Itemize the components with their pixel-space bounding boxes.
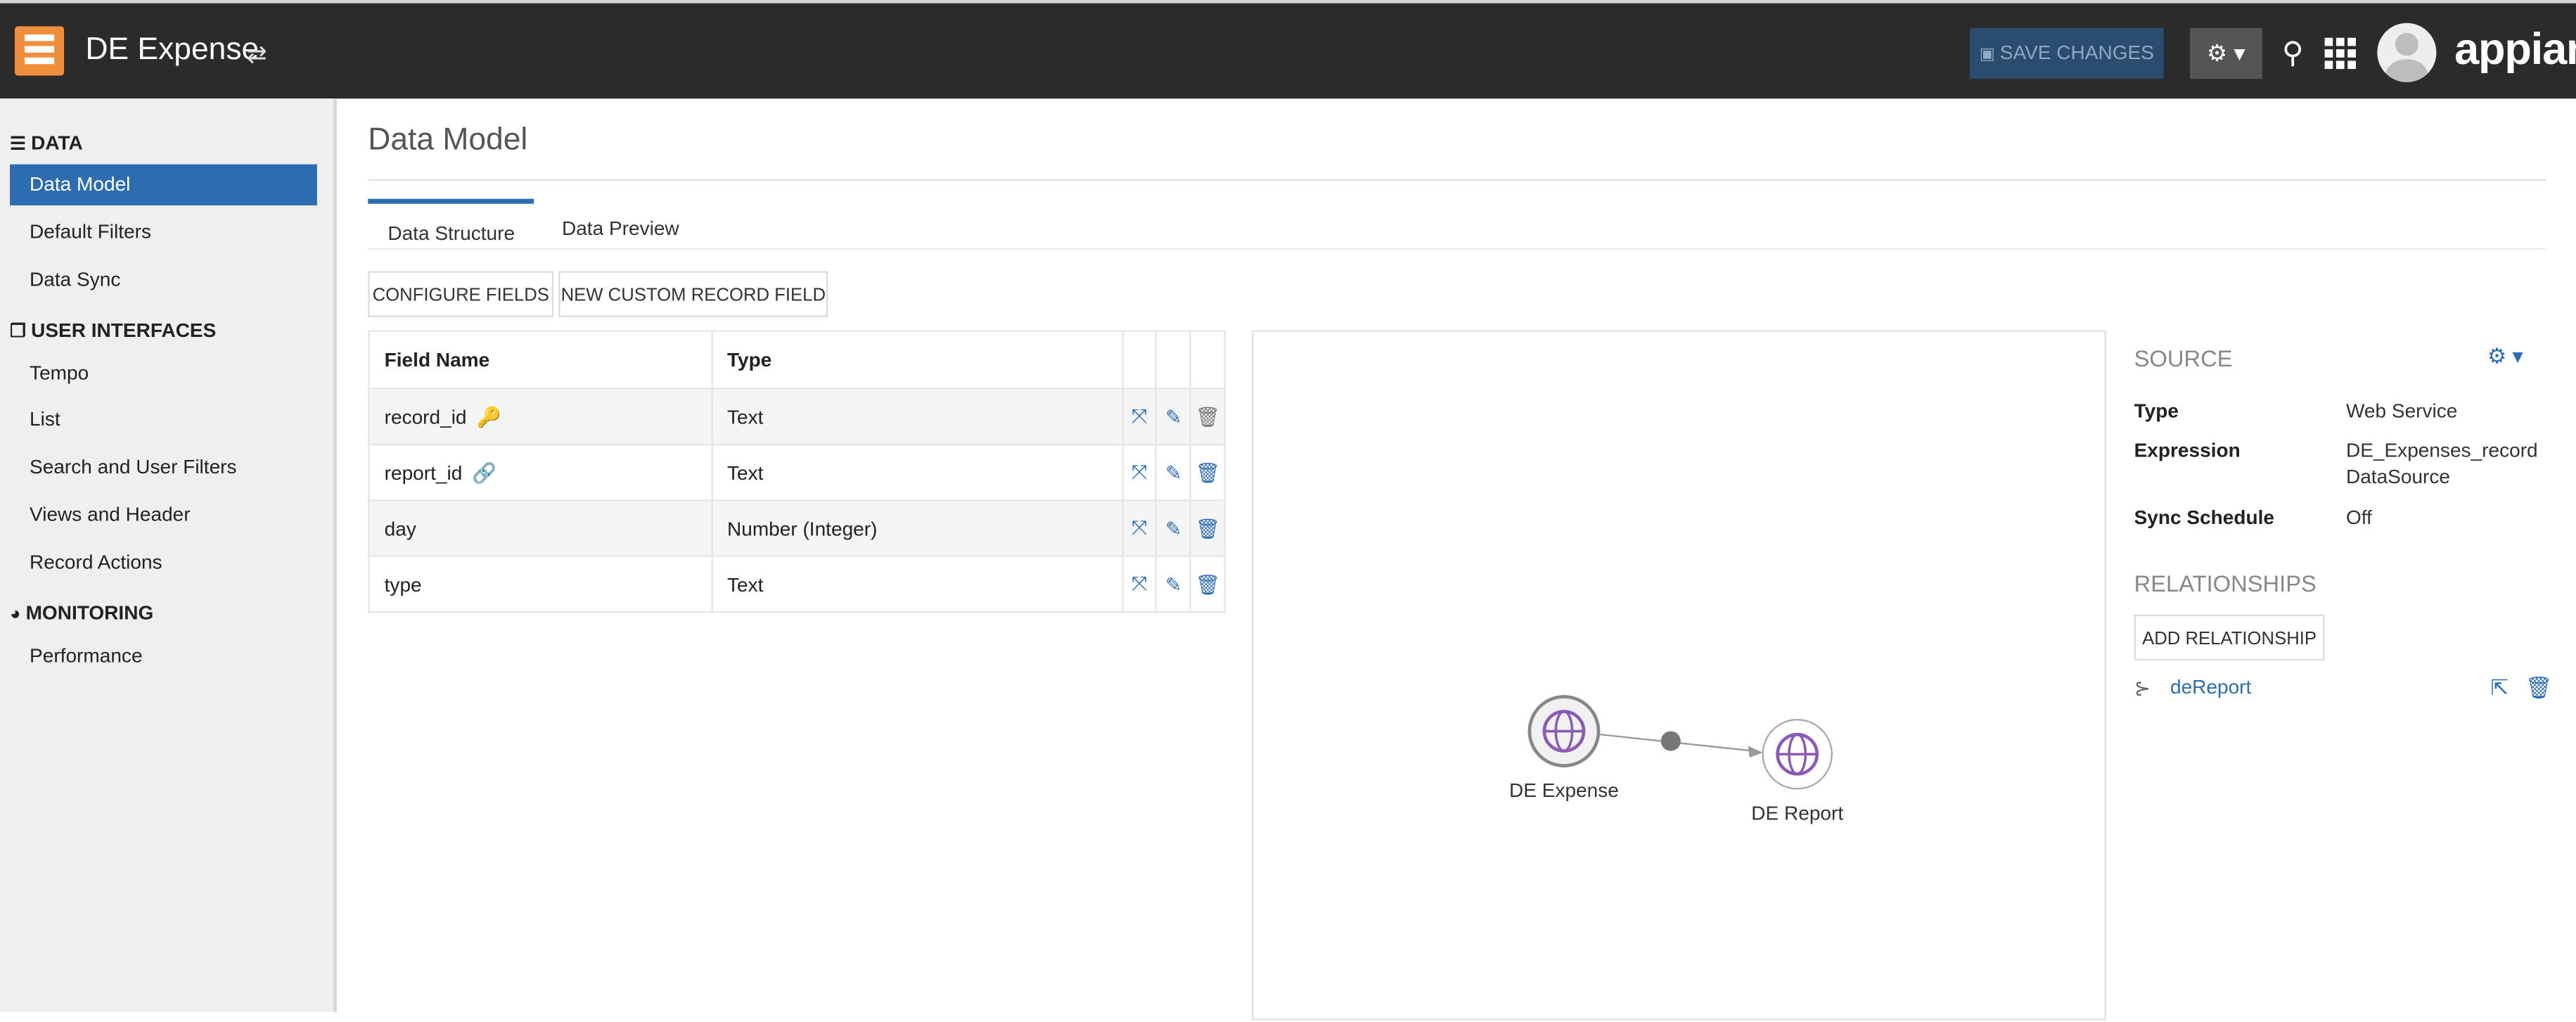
edit-link-icon[interactable]: ⇄: [246, 39, 267, 69]
source-type-label: Type: [2134, 399, 2179, 423]
source-expression-label: Expression: [2134, 438, 2241, 462]
node-label-de-expense: DE Expense: [1509, 779, 1619, 803]
relationship-icon[interactable]: ⤧: [1121, 443, 1158, 502]
tabs-divider: [368, 248, 2546, 250]
delete-relationship-icon[interactable]: 🗑: [2525, 675, 2553, 701]
primary-key-icon: 🔑: [476, 404, 501, 428]
edge-arrow: [1748, 746, 1763, 758]
sync-schedule-value: Off: [2345, 506, 2372, 530]
delete-trash-icon[interactable]: 🗑: [1189, 388, 1226, 446]
relationship-branch-icon: ⊱: [2134, 677, 2151, 701]
edit-pencil-icon[interactable]: ✎: [1155, 388, 1192, 446]
field-name-cell: day: [368, 499, 712, 557]
column-header-action-2: [1155, 330, 1192, 390]
field-type-cell: Text: [710, 555, 1124, 613]
relationship-diagram[interactable]: DE Expense DE Report: [1252, 330, 2106, 1021]
field-type-cell: Text: [710, 443, 1124, 502]
apps-grid-svg: [2324, 37, 2356, 70]
sidebar-item-list[interactable]: List: [10, 400, 317, 440]
table-row: report_id 🔗 Text ⤧ ✎ 🗑: [368, 443, 1226, 502]
sync-schedule-label: Sync Schedule: [2134, 506, 2275, 530]
save-label: SAVE CHANGES: [1999, 41, 2154, 65]
settings-gear-icon: ⚙ ▾: [2207, 39, 2245, 66]
new-custom-record-field-button[interactable]: NEW CUSTOM RECORD FIELD: [558, 271, 828, 317]
avatar-body: [2385, 59, 2428, 82]
sidebar-item-data-model[interactable]: Data Model: [10, 164, 317, 206]
table-row: record_id 🔑 Text ⤧ ✎ 🗑: [368, 388, 1226, 446]
column-header-action-1: [1121, 330, 1158, 390]
copy-icon: ❐: [10, 321, 27, 342]
sidebar-section-user-interfaces: ❐ USER INTERFACES: [10, 319, 216, 342]
delete-trash-icon[interactable]: 🗑: [1189, 555, 1226, 613]
page-title: Data Model: [368, 123, 528, 158]
field-name-cell: report_id 🔗: [368, 443, 712, 502]
app-header: DE Expense ⇄ ▣SAVE CHANGES ⚙ ▾ ⚲ appian: [0, 0, 2576, 99]
edit-pencil-icon[interactable]: ✎: [1155, 499, 1192, 557]
fields-table: Field Name Type record_id 🔑 Text ⤧ ✎ 🗑 re…: [368, 330, 1226, 613]
relationship-icon[interactable]: ⤧: [1121, 388, 1158, 446]
sidebar-item-record-actions[interactable]: Record Actions: [10, 542, 317, 583]
link-icon: 🔗: [472, 461, 497, 484]
relationships-heading: RELATIONSHIPS: [2134, 570, 2317, 597]
edge-connector-icon[interactable]: [1660, 731, 1681, 751]
delete-trash-icon[interactable]: 🗑: [1189, 443, 1226, 502]
source-settings-gear-icon[interactable]: ⚙ ▾: [2487, 343, 2523, 369]
dashboard-icon: ◕: [10, 604, 21, 625]
search-people-icon[interactable]: ⚲: [2282, 36, 2304, 69]
relationship-link-dereport[interactable]: deReport: [2170, 675, 2251, 698]
field-name-cell: record_id 🔑: [368, 388, 712, 446]
sidebar-item-views-and-header[interactable]: Views and Header: [10, 494, 317, 535]
sidebar-item-tempo[interactable]: Tempo: [10, 353, 317, 394]
sidebar-item-default-filters[interactable]: Default Filters: [10, 212, 317, 253]
relationship-icon[interactable]: ⤧: [1121, 555, 1158, 613]
sidebar-section-monitoring: ◕ MONITORING: [10, 601, 153, 625]
apps-grid-icon[interactable]: [2324, 36, 2358, 75]
table-row: day Number (Integer) ⤧ ✎ 🗑: [368, 499, 1226, 557]
tab-data-preview[interactable]: Data Preview: [542, 199, 699, 248]
column-header-type[interactable]: Type: [710, 330, 1124, 390]
edit-pencil-icon[interactable]: ✎: [1155, 555, 1192, 613]
save-changes-button[interactable]: ▣ SAVE CHANGES: [1969, 27, 2164, 79]
sidebar-item-performance[interactable]: Performance: [10, 636, 317, 677]
field-type-cell: Text: [710, 388, 1124, 446]
node-label-de-report: DE Report: [1751, 802, 1844, 825]
field-type-cell: Number (Integer): [710, 499, 1124, 557]
section-title: DATA: [31, 131, 83, 155]
table-header-row: Field Name Type: [368, 330, 1226, 390]
source-expression-value: DE_Expenses_record DataSource: [2345, 438, 2538, 488]
avatar-head: [2395, 32, 2418, 56]
appian-brand-logo: appian: [2454, 25, 2576, 75]
title-divider: [368, 179, 2546, 181]
logo-drawer-3: [25, 57, 55, 65]
diagram-canvas: [1527, 695, 1833, 790]
tab-data-structure[interactable]: Data Structure: [368, 198, 535, 248]
sidebar-section-data: ☰ DATA: [10, 132, 83, 155]
save-disk-icon: ▣: [1979, 46, 1995, 65]
delete-trash-icon[interactable]: 🗑: [1189, 499, 1226, 557]
field-name: record_id: [384, 404, 467, 428]
sidebar-item-search-and-user-filters[interactable]: Search and User Filters: [10, 447, 317, 487]
field-name-cell: type: [368, 555, 712, 613]
source-type-value: Web Service: [2345, 399, 2458, 423]
database-icon: ☰: [10, 134, 27, 155]
source-heading: SOURCE: [2134, 345, 2233, 371]
open-external-icon[interactable]: ⇱: [2491, 675, 2508, 701]
column-header-action-3: [1189, 330, 1226, 390]
relationship-icon[interactable]: ⤧: [1121, 499, 1158, 557]
sidebar-item-data-sync[interactable]: Data Sync: [10, 260, 317, 300]
section-title: MONITORING: [25, 601, 154, 625]
app-title: DE Expense: [85, 32, 259, 68]
logo-drawer-1: [25, 34, 55, 41]
settings-gear-button[interactable]: ⚙ ▾: [2190, 27, 2262, 79]
configure-fields-button[interactable]: CONFIGURE FIELDS: [368, 271, 554, 317]
app-logo-icon[interactable]: [15, 26, 65, 76]
add-relationship-button[interactable]: ADD RELATIONSHIP: [2134, 614, 2325, 661]
logo-drawer-2: [25, 46, 55, 53]
section-title: USER INTERFACES: [31, 319, 217, 342]
column-header-field-name[interactable]: Field Name: [368, 330, 712, 390]
edit-pencil-icon[interactable]: ✎: [1155, 443, 1192, 502]
field-name: report_id: [384, 461, 463, 484]
table-row: type Text ⤧ ✎ 🗑: [368, 555, 1226, 613]
user-avatar-icon[interactable]: [2377, 23, 2437, 82]
